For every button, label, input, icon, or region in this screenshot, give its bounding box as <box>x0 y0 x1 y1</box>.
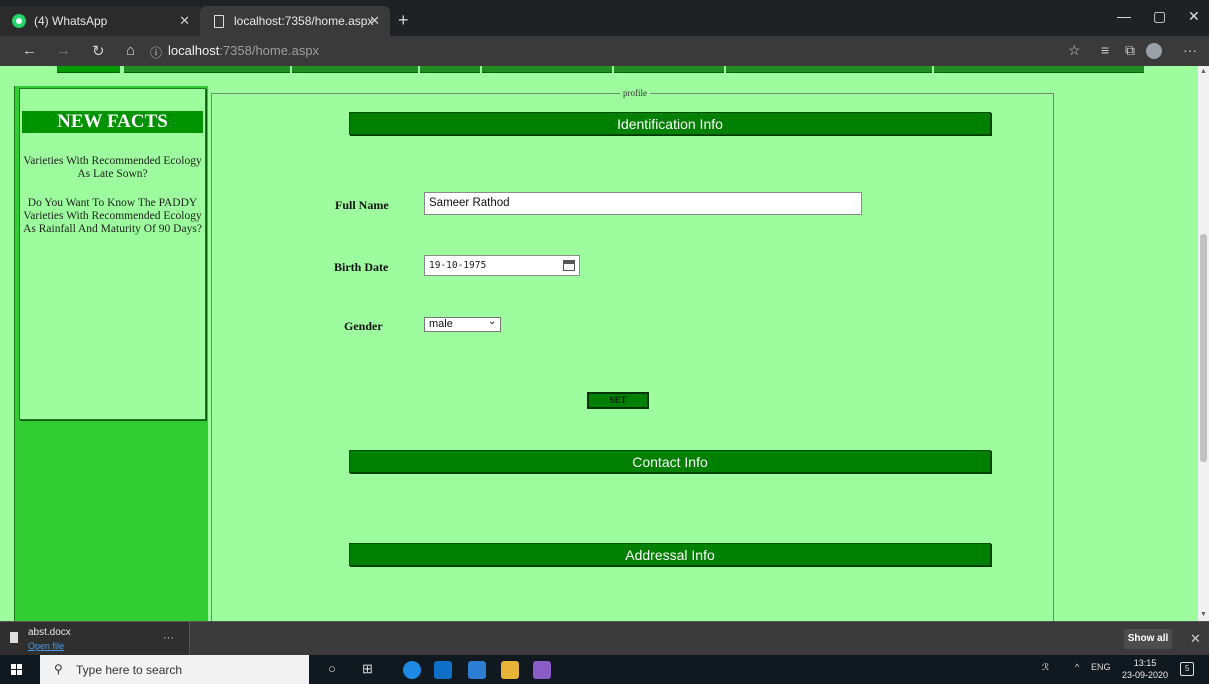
favorite-star-icon[interactable]: ☆ <box>1068 42 1081 59</box>
refresh-icon[interactable]: ↻ <box>92 42 105 60</box>
profile-legend: profile <box>620 88 650 98</box>
more-icon[interactable]: ··· <box>163 632 174 644</box>
tab-label: localhost:7358/home.aspx <box>234 14 374 28</box>
open-file-link[interactable]: Open file <box>28 641 64 651</box>
gender-label: Gender <box>344 319 383 333</box>
show-all-button[interactable]: Show all <box>1124 629 1172 649</box>
fullname-label: Full Name <box>335 198 389 212</box>
fullname-input[interactable]: Sameer Rathod <box>424 192 862 215</box>
nav-item[interactable] <box>124 66 290 73</box>
more-icon[interactable]: ··· <box>1183 42 1197 58</box>
close-icon[interactable]: ✕ <box>369 13 380 29</box>
nav-item[interactable] <box>292 66 418 73</box>
identification-info-header: Identification Info <box>349 112 991 135</box>
back-icon[interactable]: ← <box>22 42 37 59</box>
browser-tab-strip: (4) WhatsApp ✕ localhost:7358/home.aspx … <box>0 0 1209 36</box>
contact-info-header: Contact Info <box>349 450 991 473</box>
url-path: :7358/home.aspx <box>219 43 320 58</box>
document-icon <box>10 632 18 643</box>
remote-desktop-icon[interactable] <box>468 661 486 679</box>
clock[interactable]: 13:15 23-09-2020 <box>1120 657 1170 681</box>
page-content: NEW FACTS Varieties With Recommended Eco… <box>0 66 1198 621</box>
edge-icon[interactable] <box>403 661 421 679</box>
cortana-icon[interactable]: ○ <box>328 661 336 676</box>
url-host: localhost <box>168 43 220 58</box>
favorites-list-icon[interactable]: ≡ <box>1101 42 1109 58</box>
close-icon[interactable]: ✕ <box>1190 631 1201 647</box>
profile-fieldset <box>211 93 1054 621</box>
nav-item[interactable] <box>934 66 1144 73</box>
new-tab-icon[interactable]: + <box>398 10 409 31</box>
nav-item[interactable] <box>614 66 724 73</box>
facts-panel: NEW FACTS Varieties With Recommended Eco… <box>19 88 206 420</box>
calendar-icon[interactable] <box>563 260 575 271</box>
nav-item[interactable] <box>420 66 480 73</box>
nav-item-active[interactable] <box>57 66 120 73</box>
address-bar: ← → ↻ ⌂ ⓘ localhost:7358/home.aspx ☆ ≡ ⧉… <box>0 36 1209 66</box>
windows-taskbar: ⚲ Type here to search ○ ⊞ ℛ ^ ENG 13:15 … <box>0 655 1209 684</box>
windows-start-icon[interactable] <box>11 664 23 676</box>
notification-count: 5 <box>1185 664 1190 673</box>
fact-item: Do You Want To Know The PADDY Varieties … <box>23 197 202 235</box>
search-icon: ⚲ <box>54 662 63 676</box>
fact-item: Varieties With Recommended Ecology As La… <box>23 155 202 180</box>
collections-icon[interactable]: ⧉ <box>1125 42 1135 59</box>
download-bar: abst.docx Open file ··· Show all ✕ <box>0 621 1209 656</box>
scroll-down-icon[interactable]: ▼ <box>1200 611 1207 618</box>
nav-item[interactable] <box>726 66 932 73</box>
language-indicator[interactable]: ENG <box>1091 662 1111 672</box>
nav-item[interactable] <box>482 66 612 73</box>
chevron-up-icon[interactable]: ^ <box>1075 662 1079 672</box>
birthdate-input[interactable]: 19-10-1975 <box>424 255 580 276</box>
notification-icon[interactable]: 5 <box>1180 662 1194 676</box>
whatsapp-icon <box>12 14 26 28</box>
scroll-up-icon[interactable]: ▲ <box>1200 68 1207 75</box>
download-item[interactable]: abst.docx Open file ··· <box>0 622 190 656</box>
people-icon[interactable]: ℛ <box>1042 662 1049 673</box>
file-explorer-icon[interactable] <box>501 661 519 679</box>
addressal-info-header: Addressal Info <box>349 543 991 566</box>
tab-label: (4) WhatsApp <box>34 14 108 28</box>
url-field[interactable]: localhost:7358/home.aspx <box>168 43 319 58</box>
maximize-icon[interactable]: ▢ <box>1153 8 1166 25</box>
scroll-thumb[interactable] <box>1200 234 1207 462</box>
minimize-icon[interactable]: — <box>1117 8 1131 24</box>
home-icon[interactable]: ⌂ <box>126 42 135 59</box>
facts-title: NEW FACTS <box>22 111 203 133</box>
tab-home-aspx[interactable]: localhost:7358/home.aspx ✕ <box>200 6 390 36</box>
task-view-icon[interactable]: ⊞ <box>362 661 373 677</box>
clock-date: 23-09-2020 <box>1121 670 1169 680</box>
tab-whatsapp[interactable]: (4) WhatsApp ✕ <box>0 6 200 36</box>
search-placeholder: Type here to search <box>76 663 183 677</box>
window-close-icon[interactable]: ✕ <box>1188 8 1200 25</box>
profile-avatar[interactable] <box>1146 43 1162 59</box>
download-filename: abst.docx <box>28 627 71 638</box>
chevron-down-icon: ⌄ <box>488 316 497 327</box>
forward-icon[interactable]: → <box>56 42 71 59</box>
set-button[interactable]: SET <box>587 392 649 409</box>
birthdate-label: Birth Date <box>334 260 389 274</box>
page-scrollbar[interactable]: ▲ ▼ <box>1198 66 1209 621</box>
close-icon[interactable]: ✕ <box>179 13 190 29</box>
info-icon: ⓘ <box>150 46 163 60</box>
taskbar-search[interactable]: ⚲ Type here to search <box>40 655 309 684</box>
mail-icon[interactable] <box>434 661 452 679</box>
visual-studio-icon[interactable] <box>533 661 551 679</box>
sidebar: NEW FACTS Varieties With Recommended Eco… <box>14 86 208 621</box>
page-icon <box>212 14 226 28</box>
clock-time: 13:15 <box>1133 658 1157 668</box>
